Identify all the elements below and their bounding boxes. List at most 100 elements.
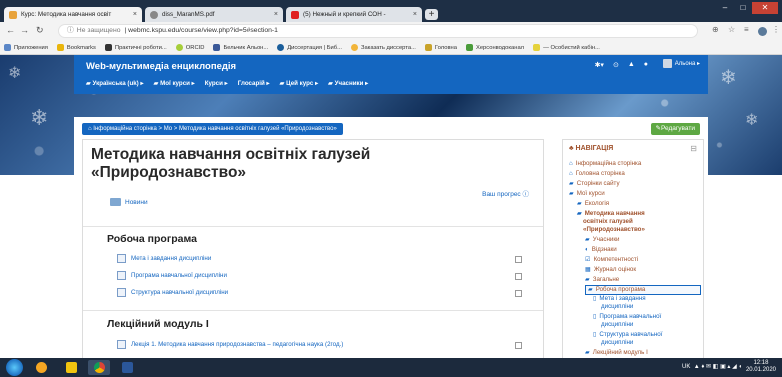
help-icon[interactable]: ⓘ [523,191,530,198]
checkmark-icon: ☑ [585,256,591,263]
section-title[interactable]: Робоча програма [107,233,197,245]
back-arrow-icon[interactable]: ← [6,25,15,35]
collapse-block-icon[interactable]: ⊟ [690,144,697,153]
page-resource-icon [117,271,126,280]
window-close-icon[interactable]: ✕ [752,2,778,14]
nav-item[interactable]: ⌂ Головна сторінка [569,170,625,178]
nav-item[interactable]: ⌂ Інформаційна сторінка [569,160,641,168]
globe-icon [150,10,158,19]
snowflake-decoration-icon: ❄ [745,112,759,129]
menu-participants[interactable]: ▰ Учасники ▸ [328,80,368,87]
menu-my-courses[interactable]: ▰ Мої курси ▸ [154,80,195,87]
page-icon: ▯ [593,295,597,302]
breadcrumb-text: Інформаційна сторінка > Мо > Методика на… [93,126,337,132]
activity-label: Програма навчальної дисципліни [131,272,227,279]
bookmark-item[interactable]: — Особистий кабін... [533,44,600,51]
nav-item-selected[interactable]: ▰ Робоча програма [585,285,701,295]
menu-this-course[interactable]: ▰ Цей курс ▸ [280,80,319,87]
completion-checkbox[interactable] [515,342,522,349]
nav-item[interactable]: ▯ Структура навчальної [593,331,662,339]
bookmark-star-icon[interactable]: ☆ [728,25,735,34]
nav-item[interactable]: ▰ Екологія [577,200,609,208]
menu-glossary[interactable]: Глосарій ▸ [238,80,270,87]
bookmark-label: Диссертация | Биб... [287,44,342,51]
bookmark-item[interactable]: Заказать диссерта... [350,44,416,51]
folder-icon: ▰ [569,180,574,187]
minimize-icon[interactable]: – [716,2,734,14]
translate-icon[interactable]: ⊕ [712,25,719,34]
notification-bell-icon[interactable]: ▲ [628,61,635,69]
activity-link[interactable]: Структура навчальної дисципліни [117,288,228,297]
completion-checkbox[interactable] [515,273,522,280]
taskbar-app[interactable] [60,360,82,375]
file-explorer-icon [65,362,77,373]
completion-checkbox[interactable] [515,256,522,263]
nav-item-label: Мої курси [576,190,605,197]
nav-item[interactable]: ▯ Програма навчальної [593,313,661,321]
progress-label[interactable]: Ваш прогрес ⓘ [482,188,529,198]
bookmark-item[interactable]: ORCID [175,44,205,51]
maximize-icon[interactable]: □ [734,2,752,14]
taskbar-app[interactable] [116,360,138,375]
browser-tab-youtube[interactable]: (5) Нежный и крепкий СОН - × [286,7,422,22]
nav-item[interactable]: ▰ Лекційний модуль І [585,349,648,357]
activity-link[interactable]: Програма навчальної дисципліни [117,271,227,280]
breadcrumb[interactable]: ⌂ Інформаційна сторінка > Мо > Методика … [82,123,343,135]
address-input[interactable]: ⓘ Не защищено | webmc.kspu.edu/course/view… [58,24,698,38]
browser-tab-course[interactable]: Курс: Методика навчання освіт × [4,7,142,22]
bookmark-item[interactable]: Херсонводоканал [465,44,524,51]
bookmark-item[interactable]: Диссертация | Биб... [277,44,342,51]
browser-tab-pdf[interactable]: diss_MaranMS.pdf × [145,7,283,22]
bookmark-item[interactable]: Приложения [4,44,48,51]
nav-item[interactable]: ▯ Мета і завдання [593,295,646,303]
nav-item-label: Сторінки сайту [576,180,620,187]
bookmark-item[interactable]: Практичні роботи... [104,44,167,51]
bookmark-label: ORCID [185,44,205,51]
snowflake-decoration-icon: ❄ [720,67,737,89]
nav-item[interactable]: ▰ Мої курси [569,190,605,198]
close-tab-icon[interactable]: × [409,11,417,18]
edit-button-label: Редагувати [660,125,695,132]
menu-language[interactable]: ▰ Українська (uk) ▸ [86,80,144,87]
forward-arrow-icon[interactable]: → [20,25,29,35]
nav-item[interactable]: ▰ Загальне [585,276,619,284]
section-title[interactable]: Лекційний модуль І [107,318,209,330]
new-tab-button[interactable]: + [425,9,438,20]
settings-gear-icon[interactable]: ✱▾ [595,61,604,69]
menu-kebab-icon[interactable]: ⋮ [772,25,780,34]
menu-courses[interactable]: Курси ▸ [205,80,228,87]
edit-button[interactable]: ✎Редагувати [650,123,700,135]
system-clock[interactable]: 12:18 20.01.2020 [746,360,776,374]
system-tray[interactable]: UK ▲ ♦ ✉ ◧ ▣ ▴ ◢ ◖ [682,363,742,370]
extension-icon[interactable]: ≡ [744,25,749,34]
windows-taskbar: UK ▲ ♦ ✉ ◧ ▣ ▴ ◢ ◖ 12:18 20.01.2020 [0,358,782,377]
nav-item-current-course[interactable]: ▰ Методика навчання [577,210,645,218]
bookmark-item[interactable]: Головна [424,44,457,51]
nav-item[interactable]: ◐ Відзнаки [585,246,617,254]
nav-item[interactable]: ☑ Компетентності [585,256,638,264]
profile-avatar-icon[interactable] [758,27,767,36]
nav-item[interactable]: ▦ Журнал оцінок [585,266,636,274]
activity-link[interactable]: Мета і завдання дисципліни [117,254,211,263]
nav-item[interactable]: ▰ Учасники [585,236,620,244]
close-tab-icon[interactable]: × [129,11,137,18]
messages-icon[interactable]: ● [644,61,648,69]
reload-icon[interactable]: ↻ [36,25,44,36]
user-menu[interactable]: Альона ▸ [662,59,700,68]
activity-link[interactable]: Лекція 1. Методика навчання природознавс… [117,340,343,349]
navigation-block: ♣ НАВІГАЦІЯ ⊟ ⌂ Інформаційна сторінка ⌂ Го… [562,139,704,358]
site-name[interactable]: Web-мультимедіа енциклопедія [86,61,236,72]
taskbar-app-active[interactable] [88,360,110,375]
document-app-icon [121,362,133,373]
completion-checkbox[interactable] [515,290,522,297]
news-forum-link[interactable]: Новини [110,198,148,206]
close-tab-icon[interactable]: × [270,11,278,18]
activity-label: Лекція 1. Методика навчання природознавс… [131,341,344,348]
taskbar-app[interactable] [30,360,52,375]
start-button[interactable] [6,359,23,376]
bookmark-favicon-icon [277,44,285,51]
nav-item[interactable]: ▰ Сторінки сайту [569,180,620,188]
search-icon[interactable]: ⊙ [613,61,619,69]
bookmark-item[interactable]: Bookmarks [56,44,96,51]
bookmark-item[interactable]: Бельчик Альон... [213,44,268,51]
